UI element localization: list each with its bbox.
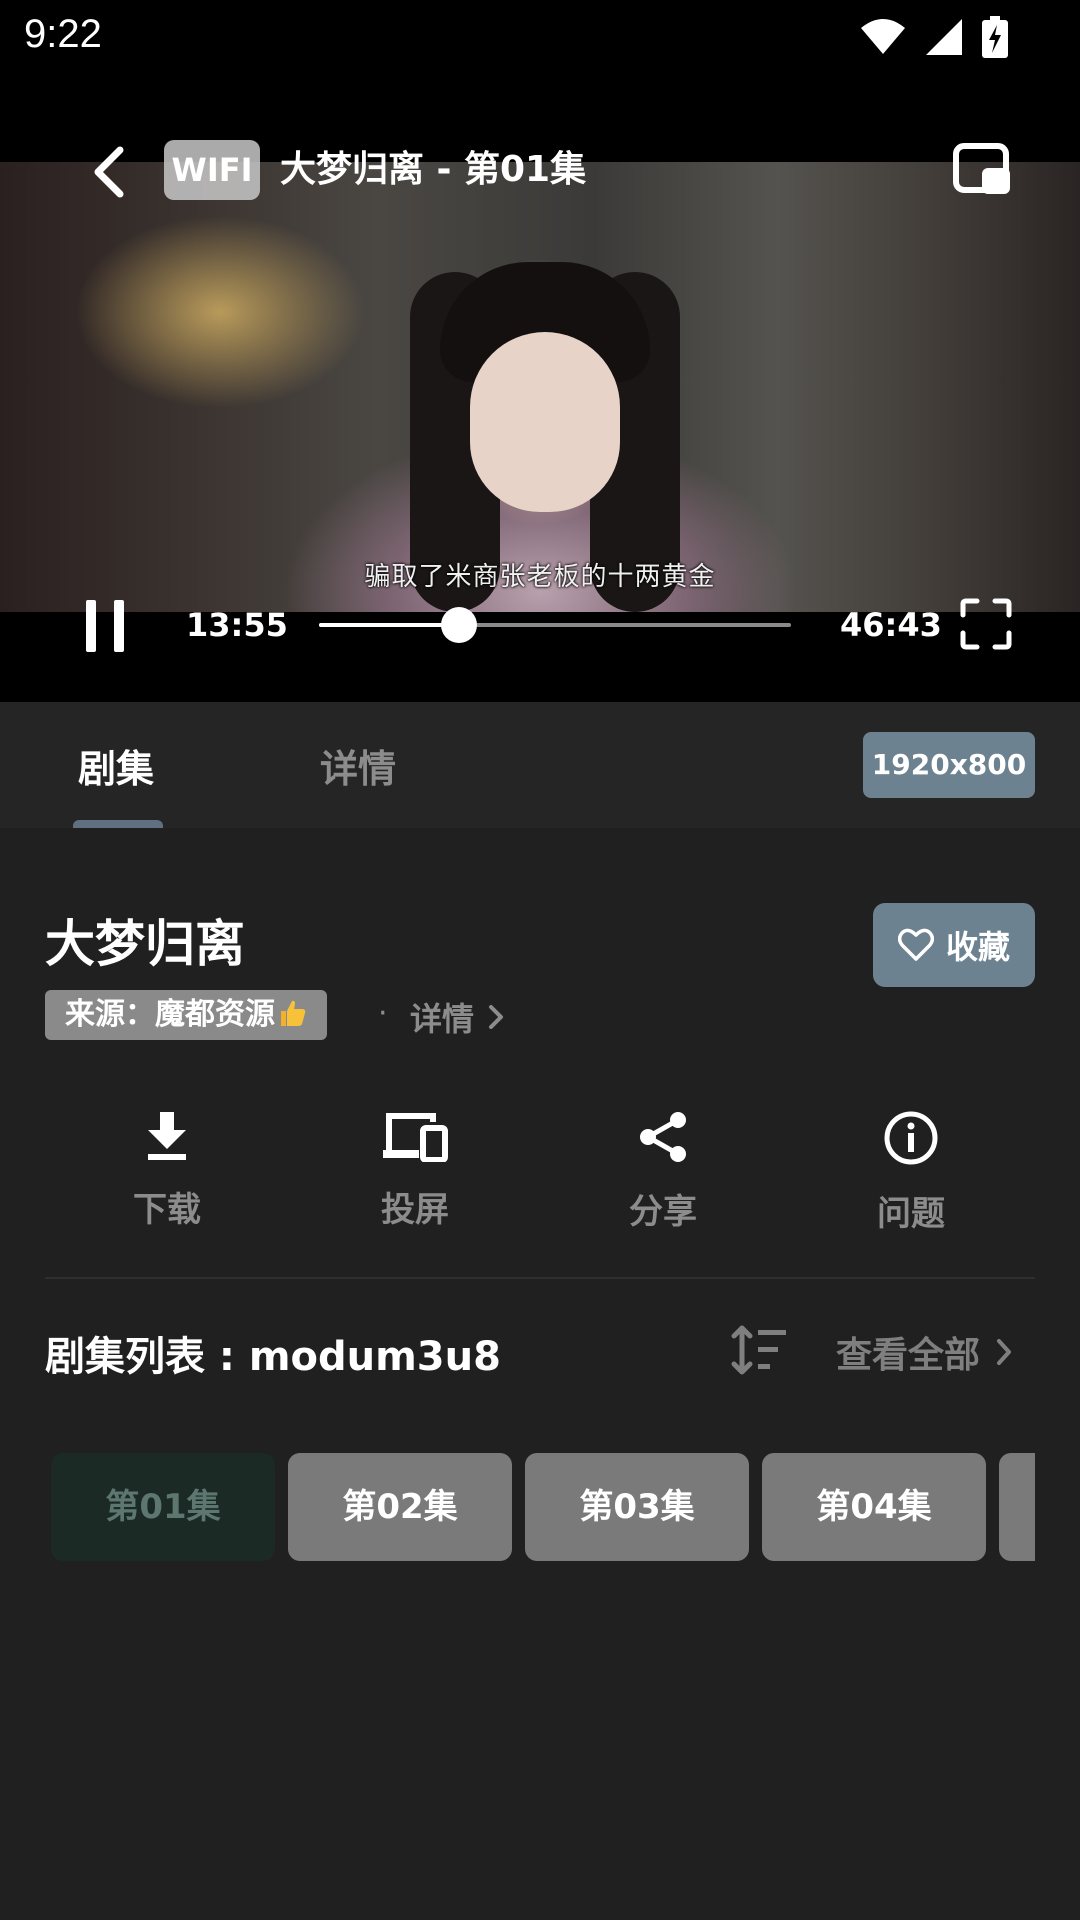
seek-bar[interactable] <box>319 607 791 643</box>
source-label: 来源：魔都资源 <box>65 997 275 1032</box>
report-button[interactable]: 问题 <box>841 1110 981 1235</box>
pause-button[interactable] <box>86 600 126 652</box>
wifi-signal-icon <box>861 19 905 54</box>
view-all-link[interactable]: 查看全部 <box>836 1326 1012 1378</box>
pause-icon <box>86 600 96 652</box>
chevron-left-icon <box>94 146 124 198</box>
heart-icon <box>897 928 934 961</box>
pause-icon <box>114 600 124 652</box>
pip-button[interactable] <box>952 142 1012 198</box>
tab-episodes[interactable]: 剧集 <box>78 738 154 793</box>
tab-indicator <box>73 820 163 828</box>
show-title: 大梦归离 <box>45 915 245 973</box>
favorite-label: 收藏 <box>945 928 1010 966</box>
seek-handle[interactable] <box>441 607 478 643</box>
battery-charging-icon <box>982 16 1008 58</box>
cast-button[interactable]: 投屏 <box>345 1110 485 1231</box>
video-title: 大梦归离 - 第01集 <box>280 149 587 190</box>
total-time: 46:43 <box>840 606 942 644</box>
episode-list-title: 剧集列表 : modum3u8 <box>45 1334 501 1380</box>
cast-label: 投屏 <box>381 1190 449 1230</box>
current-time: 13:55 <box>186 606 288 644</box>
cell-signal-icon <box>926 19 962 55</box>
resolution-badge[interactable]: 1920x800 <box>863 732 1035 798</box>
fullscreen-button[interactable] <box>960 598 1012 650</box>
view-all-label: 查看全部 <box>836 1335 981 1376</box>
episode-chip[interactable]: 第04集 <box>762 1453 986 1561</box>
back-button[interactable] <box>82 142 142 202</box>
episode-chip[interactable]: 第03集 <box>525 1453 749 1561</box>
chevron-right-icon <box>997 1339 1012 1365</box>
favorite-button[interactable]: 收藏 <box>873 903 1035 987</box>
cast-devices-icon <box>383 1113 448 1162</box>
info-icon <box>884 1111 938 1165</box>
divider <box>45 1277 1035 1279</box>
tab-bar: 剧集 详情 1920x800 <box>0 702 1080 828</box>
sort-button[interactable] <box>730 1322 790 1378</box>
network-badge: WIFI <box>164 140 260 200</box>
video-subtitle: 骗取了米商张老板的十两黄金 <box>364 562 716 592</box>
video-content <box>470 332 620 512</box>
download-button[interactable]: 下载 <box>97 1110 237 1231</box>
fullscreen-icon <box>960 598 1012 650</box>
source-badge[interactable]: 来源：魔都资源 <box>45 990 327 1040</box>
seek-progress <box>319 623 460 627</box>
status-time: 9:22 <box>24 12 102 56</box>
report-label: 问题 <box>877 1194 945 1234</box>
episode-strip[interactable]: 第01集第02集第03集第04集第05集 <box>51 1453 1035 1561</box>
separator-dot: · <box>378 996 388 1031</box>
chevron-right-icon <box>489 1005 504 1029</box>
episode-chip[interactable]: 第01集 <box>51 1453 275 1561</box>
share-button[interactable]: 分享 <box>593 1110 733 1233</box>
episode-chip[interactable]: 第02集 <box>288 1453 512 1561</box>
status-icons <box>860 16 1008 58</box>
download-icon <box>148 1112 186 1160</box>
details-link[interactable]: 详情 <box>410 994 504 1040</box>
video-frame <box>0 162 1080 612</box>
thumbs-up-icon <box>281 1000 306 1026</box>
episode-chip[interactable]: 第05集 <box>999 1453 1035 1561</box>
details-label: 详情 <box>410 1000 475 1038</box>
status-bar: 9:22 <box>0 0 1080 72</box>
share-icon <box>640 1112 686 1162</box>
share-label: 分享 <box>629 1192 697 1232</box>
tab-details[interactable]: 详情 <box>320 738 396 793</box>
picture-in-picture-icon <box>953 143 1010 194</box>
sort-icon <box>731 1325 786 1375</box>
download-label: 下载 <box>133 1190 201 1230</box>
